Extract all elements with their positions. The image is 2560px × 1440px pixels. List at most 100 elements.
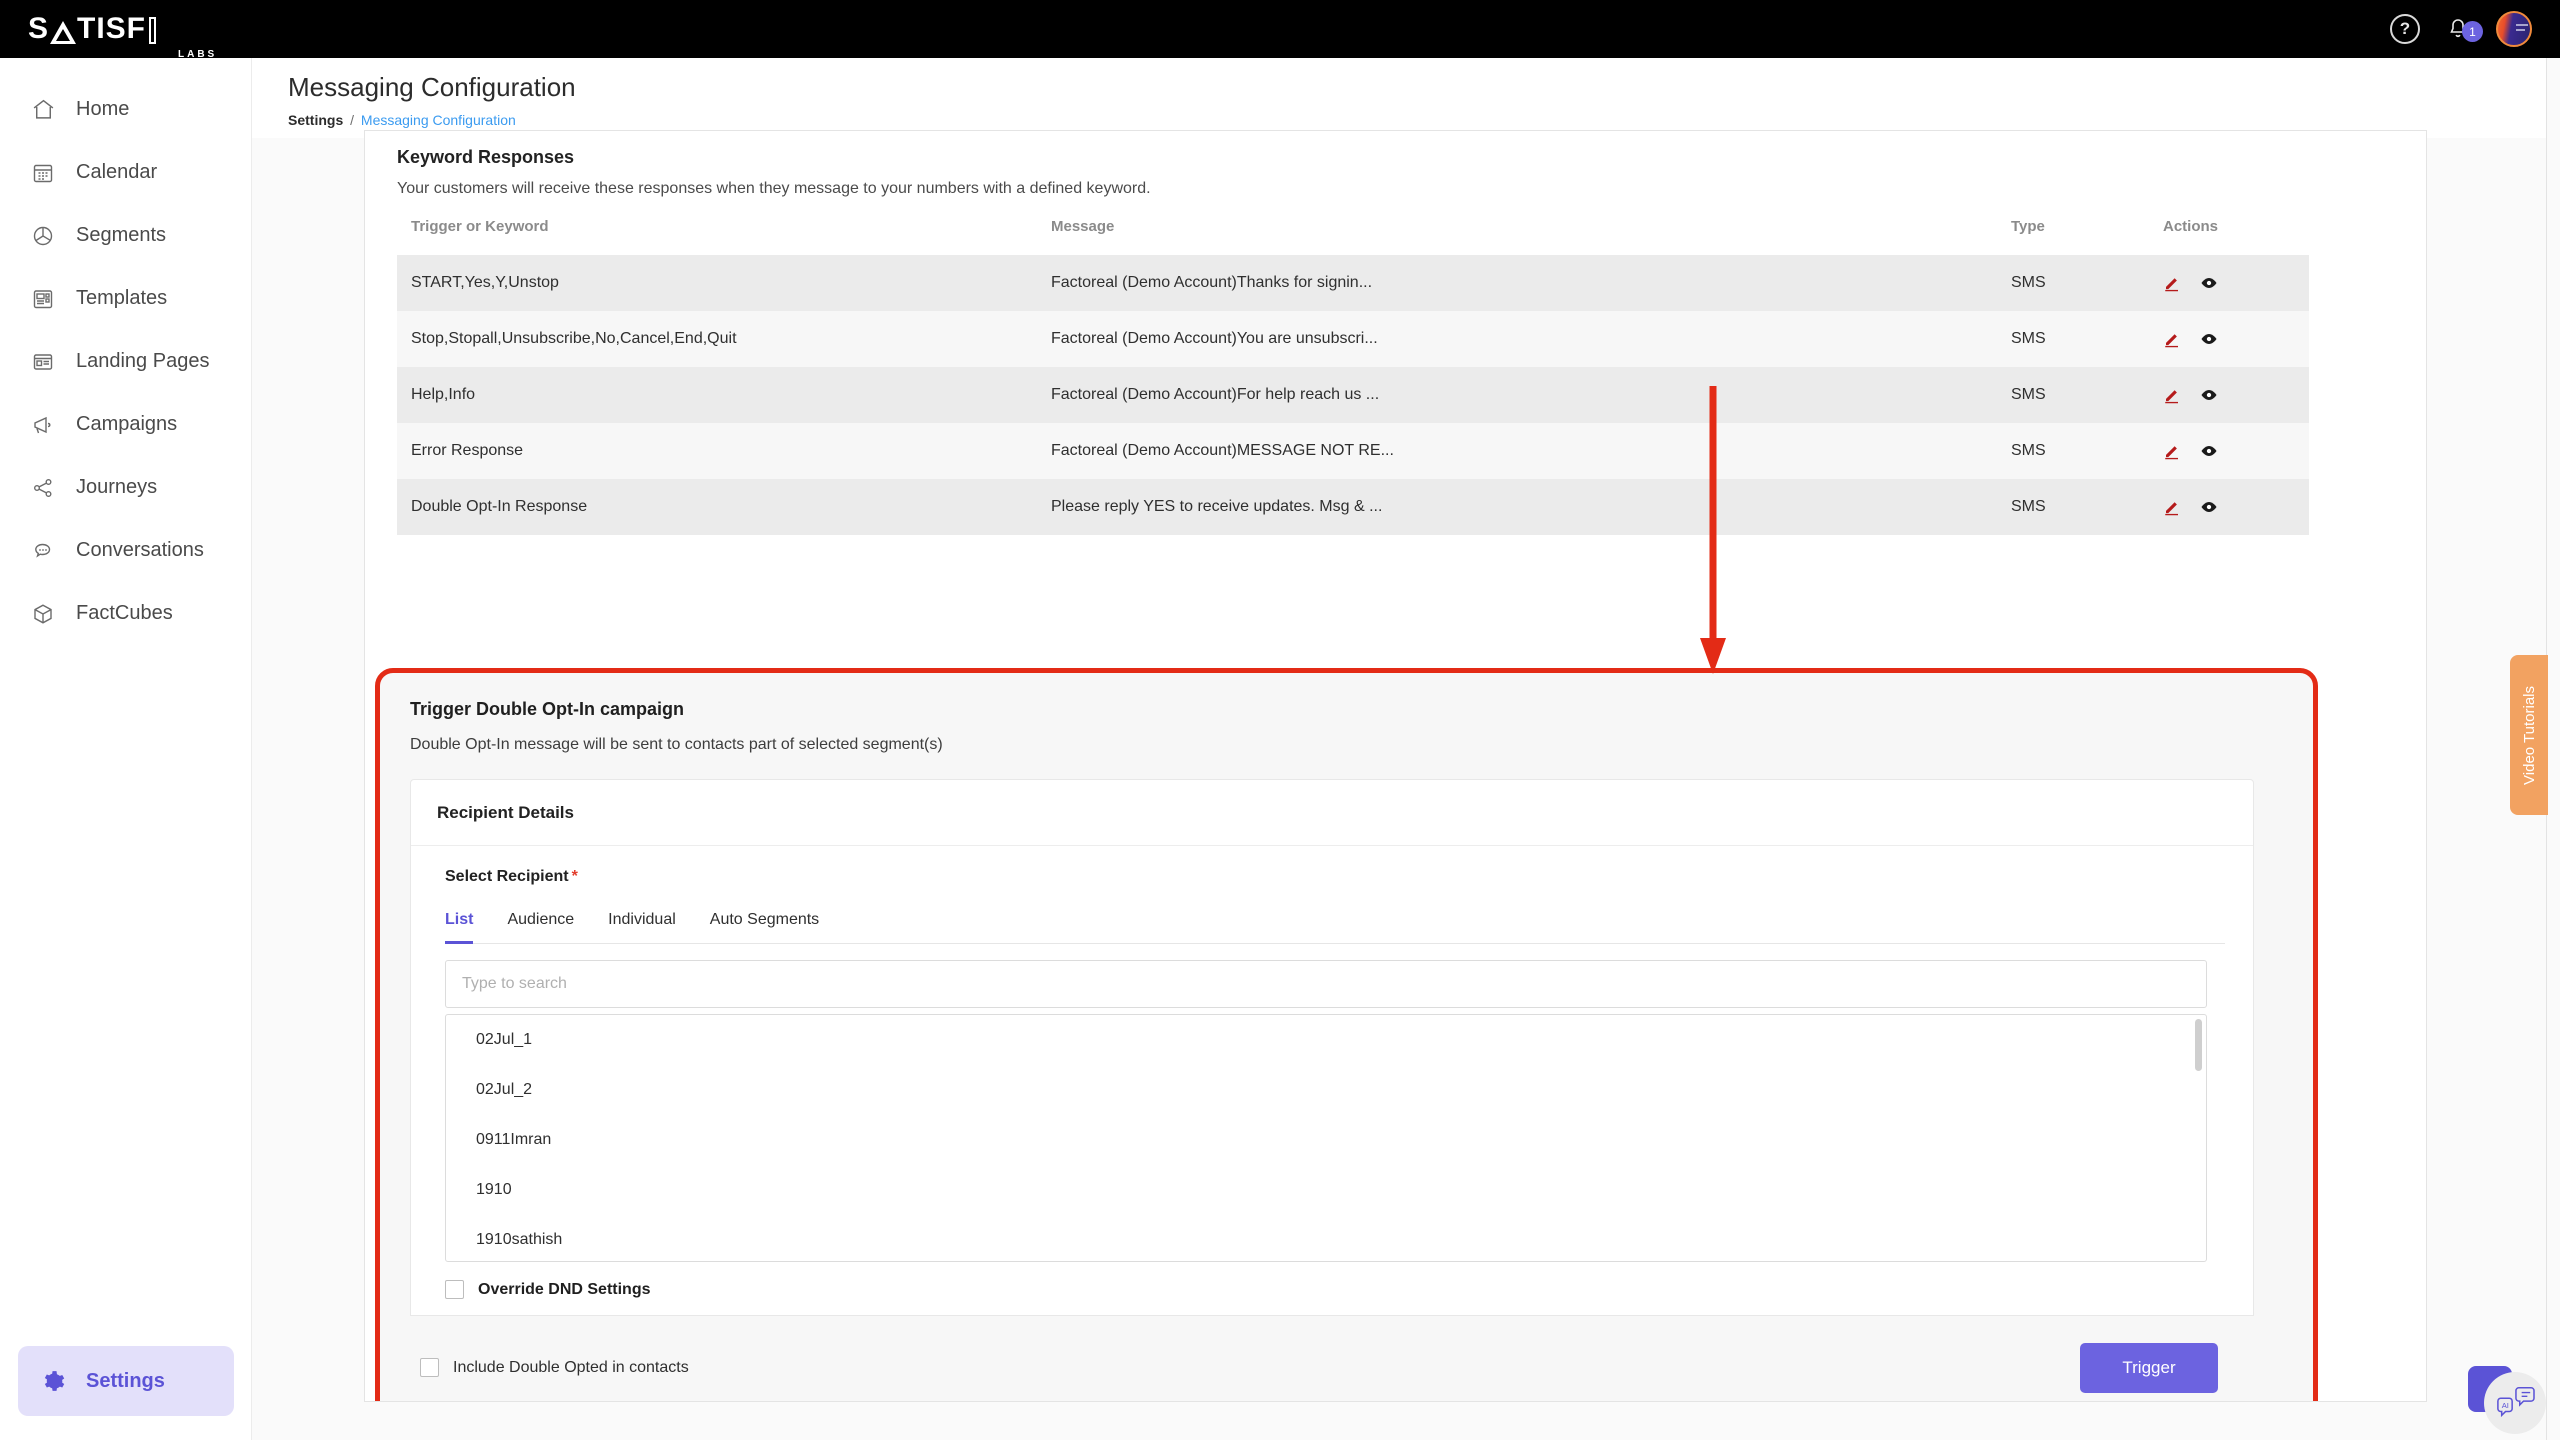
cell-actions [2149, 479, 2309, 535]
app-root: S TISF LABS ? 1 [0, 0, 2560, 1440]
eye-icon[interactable] [2199, 329, 2219, 349]
table-row: START,Yes,Y,Unstop Factoreal (Demo Accou… [397, 255, 2309, 311]
pencil-icon[interactable] [2163, 386, 2181, 404]
sidebar-item-templates[interactable]: Templates [0, 267, 251, 330]
sidebar-item-label: Segments [76, 224, 166, 247]
recipient-search-box[interactable] [445, 960, 2207, 1008]
sidebar-item-label: Calendar [76, 161, 157, 184]
sidebar-item-label: Journeys [76, 476, 157, 499]
content-card: Keyword Responses Your customers will re… [364, 130, 2427, 1402]
list-item[interactable]: 1910sathish [446, 1215, 2206, 1262]
cell-keyword: START,Yes,Y,Unstop [397, 255, 1037, 311]
brand-logo-s: S [28, 14, 49, 44]
avatar[interactable] [2496, 11, 2532, 47]
sidebar-item-label: Templates [76, 287, 167, 310]
cell-type: SMS [1997, 423, 2149, 479]
trigger-double-optin-panel: Trigger Double Opt-In campaign Double Op… [375, 668, 2318, 1402]
brand-logo[interactable]: S TISF LABS [0, 0, 252, 58]
override-dnd-checkbox[interactable] [445, 1280, 464, 1299]
tab-individual[interactable]: Individual [608, 911, 676, 944]
sidebar-item-home[interactable]: Home [0, 78, 251, 141]
cell-type: SMS [1997, 479, 2149, 535]
list-item[interactable]: 02Jul_1 [446, 1015, 2206, 1065]
eye-icon[interactable] [2199, 385, 2219, 405]
megaphone-icon [30, 412, 56, 438]
home-icon [30, 97, 56, 123]
keyword-responses-subtitle: Your customers will receive these respon… [397, 180, 2394, 198]
cell-message: Factoreal (Demo Account)You are unsubscr… [1037, 311, 1997, 367]
breadcrumb-separator: / [350, 112, 354, 128]
video-tutorials-label: Video Tutorials [2521, 686, 2538, 785]
list-item[interactable]: 0911Imran [446, 1115, 2206, 1165]
cell-keyword: Double Opt-In Response [397, 479, 1037, 535]
gear-icon [40, 1368, 66, 1394]
pencil-icon[interactable] [2163, 442, 2181, 460]
main-area: Messaging Configuration Settings / Messa… [252, 58, 2560, 1440]
page-title: Messaging Configuration [288, 72, 2560, 103]
recipient-list-box: 02Jul_1 02Jul_2 0911Imran 1910 1910sathi… [445, 1014, 2207, 1262]
cell-type: SMS [1997, 311, 2149, 367]
tab-list[interactable]: List [445, 911, 473, 944]
sidebar-item-factcubes[interactable]: FactCubes [0, 582, 251, 645]
cube-icon [30, 601, 56, 627]
column-header-type: Type [1997, 218, 2149, 255]
sidebar-item-journeys[interactable]: Journeys [0, 456, 251, 519]
tab-auto-segments[interactable]: Auto Segments [710, 911, 819, 944]
pencil-icon[interactable] [2163, 274, 2181, 292]
sidebar-item-label: Settings [86, 1370, 165, 1393]
tab-audience[interactable]: Audience [507, 911, 574, 944]
cell-actions [2149, 367, 2309, 423]
override-dnd-label: Override DND Settings [478, 1281, 650, 1299]
help-circle-icon[interactable]: ? [2390, 14, 2420, 44]
sidebar-item-calendar[interactable]: Calendar [0, 141, 251, 204]
trigger-panel-footer: Include Double Opted in contacts Trigger [410, 1315, 2254, 1402]
eye-icon[interactable] [2199, 497, 2219, 517]
sidebar-item-conversations[interactable]: Conversations [0, 519, 251, 582]
pencil-icon[interactable] [2163, 498, 2181, 516]
notifications-button[interactable]: 1 [2446, 16, 2470, 42]
landing-pages-icon [30, 349, 56, 375]
top-bar-actions: ? 1 [2390, 11, 2560, 47]
templates-icon [30, 286, 56, 312]
table-row: Double Opt-In Response Please reply YES … [397, 479, 2309, 535]
cell-type: SMS [1997, 367, 2149, 423]
column-header-message: Message [1037, 218, 1997, 255]
sidebar-item-settings[interactable]: Settings [18, 1346, 234, 1416]
trigger-button[interactable]: Trigger [2080, 1343, 2218, 1393]
search-input[interactable] [462, 975, 2190, 993]
pencil-icon[interactable] [2163, 330, 2181, 348]
cell-message: Factoreal (Demo Account)MESSAGE NOT RE..… [1037, 423, 1997, 479]
breadcrumb-current[interactable]: Messaging Configuration [361, 112, 516, 128]
list-item[interactable]: 02Jul_2 [446, 1065, 2206, 1115]
column-header-keyword: Trigger or Keyword [397, 218, 1037, 255]
cell-keyword: Help,Info [397, 367, 1037, 423]
trigger-panel-subtitle: Double Opt-In message will be sent to co… [410, 736, 2283, 754]
keyword-responses-table: Trigger or Keyword Message Type Actions … [397, 218, 2309, 535]
brand-logo-sub: LABS [178, 50, 217, 60]
cell-actions [2149, 423, 2309, 479]
sidebar-nav: Home Calendar Segments Templates [0, 58, 251, 645]
eye-icon[interactable] [2199, 273, 2219, 293]
cell-actions [2149, 255, 2309, 311]
include-double-opted-checkbox[interactable] [420, 1358, 439, 1377]
ai-chat-widget[interactable]: AI [2468, 1360, 2546, 1434]
sidebar-item-segments[interactable]: Segments [0, 204, 251, 267]
keyword-responses-title: Keyword Responses [397, 147, 2394, 168]
segments-icon [30, 223, 56, 249]
recipient-details-card: Recipient Details Select Recipient* List… [410, 779, 2254, 1344]
list-scrollbar[interactable] [2195, 1019, 2202, 1071]
table-row: Help,Info Factoreal (Demo Account)For he… [397, 367, 2309, 423]
page-scrollbar[interactable] [2546, 58, 2560, 1440]
list-item[interactable]: 1910 [446, 1165, 2206, 1215]
eye-icon[interactable] [2199, 441, 2219, 461]
ai-chat-icon: AI [2484, 1372, 2546, 1434]
calendar-icon [30, 160, 56, 186]
cell-keyword: Error Response [397, 423, 1037, 479]
cell-keyword: Stop,Stopall,Unsubscribe,No,Cancel,End,Q… [397, 311, 1037, 367]
video-tutorials-tab[interactable]: Video Tutorials [2510, 655, 2548, 815]
sidebar-item-campaigns[interactable]: Campaigns [0, 393, 251, 456]
required-mark: * [572, 868, 578, 885]
brand-logo-text: S TISF LABS [28, 14, 156, 44]
breadcrumb-settings[interactable]: Settings [288, 112, 343, 128]
sidebar-item-landing-pages[interactable]: Landing Pages [0, 330, 251, 393]
